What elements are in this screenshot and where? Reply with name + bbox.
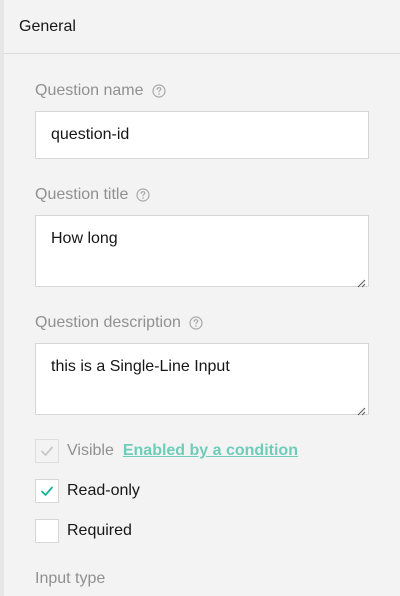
question-description-textarea[interactable]: this is a Single-Line Input <box>35 343 369 416</box>
check-icon <box>41 446 53 456</box>
required-label: Required <box>67 522 132 539</box>
resize-grip-icon[interactable] <box>357 403 366 416</box>
question-title-label: Question title <box>35 186 129 203</box>
question-description-value: this is a Single-Line Input <box>51 358 230 375</box>
help-circle-icon[interactable] <box>189 316 203 330</box>
help-circle-icon[interactable] <box>151 84 166 98</box>
visible-checkbox-row: Visible Enabled by a condition <box>35 439 298 463</box>
question-title-textarea[interactable]: How long <box>35 215 369 288</box>
question-name-input[interactable]: question-id <box>35 111 369 159</box>
question-name-value: question-id <box>51 126 130 143</box>
question-description-label: Question description <box>35 314 181 331</box>
section-header-general[interactable]: General <box>4 0 400 54</box>
visible-checkbox <box>35 439 59 463</box>
enabled-by-condition-link[interactable]: Enabled by a condition <box>123 442 298 460</box>
input-type-label: Input type <box>35 570 106 587</box>
read-only-checkbox-row[interactable]: Read-only <box>35 479 140 503</box>
read-only-checkbox[interactable] <box>35 479 59 503</box>
question-title-value: How long <box>51 230 118 247</box>
help-circle-icon[interactable] <box>136 188 150 202</box>
check-icon <box>41 486 53 496</box>
section-title: General <box>19 18 76 35</box>
question-name-label: Question name <box>35 82 144 99</box>
required-checkbox[interactable] <box>35 519 59 543</box>
left-edge-strip <box>0 0 4 596</box>
read-only-label: Read-only <box>67 482 140 499</box>
resize-grip-icon[interactable] <box>357 275 366 288</box>
required-checkbox-row[interactable]: Required <box>35 519 132 543</box>
question-description-label-row: Question description <box>35 314 203 332</box>
question-name-label-row: Question name <box>35 82 166 100</box>
question-title-label-row: Question title <box>35 186 150 204</box>
visible-label: Visible <box>67 442 114 459</box>
